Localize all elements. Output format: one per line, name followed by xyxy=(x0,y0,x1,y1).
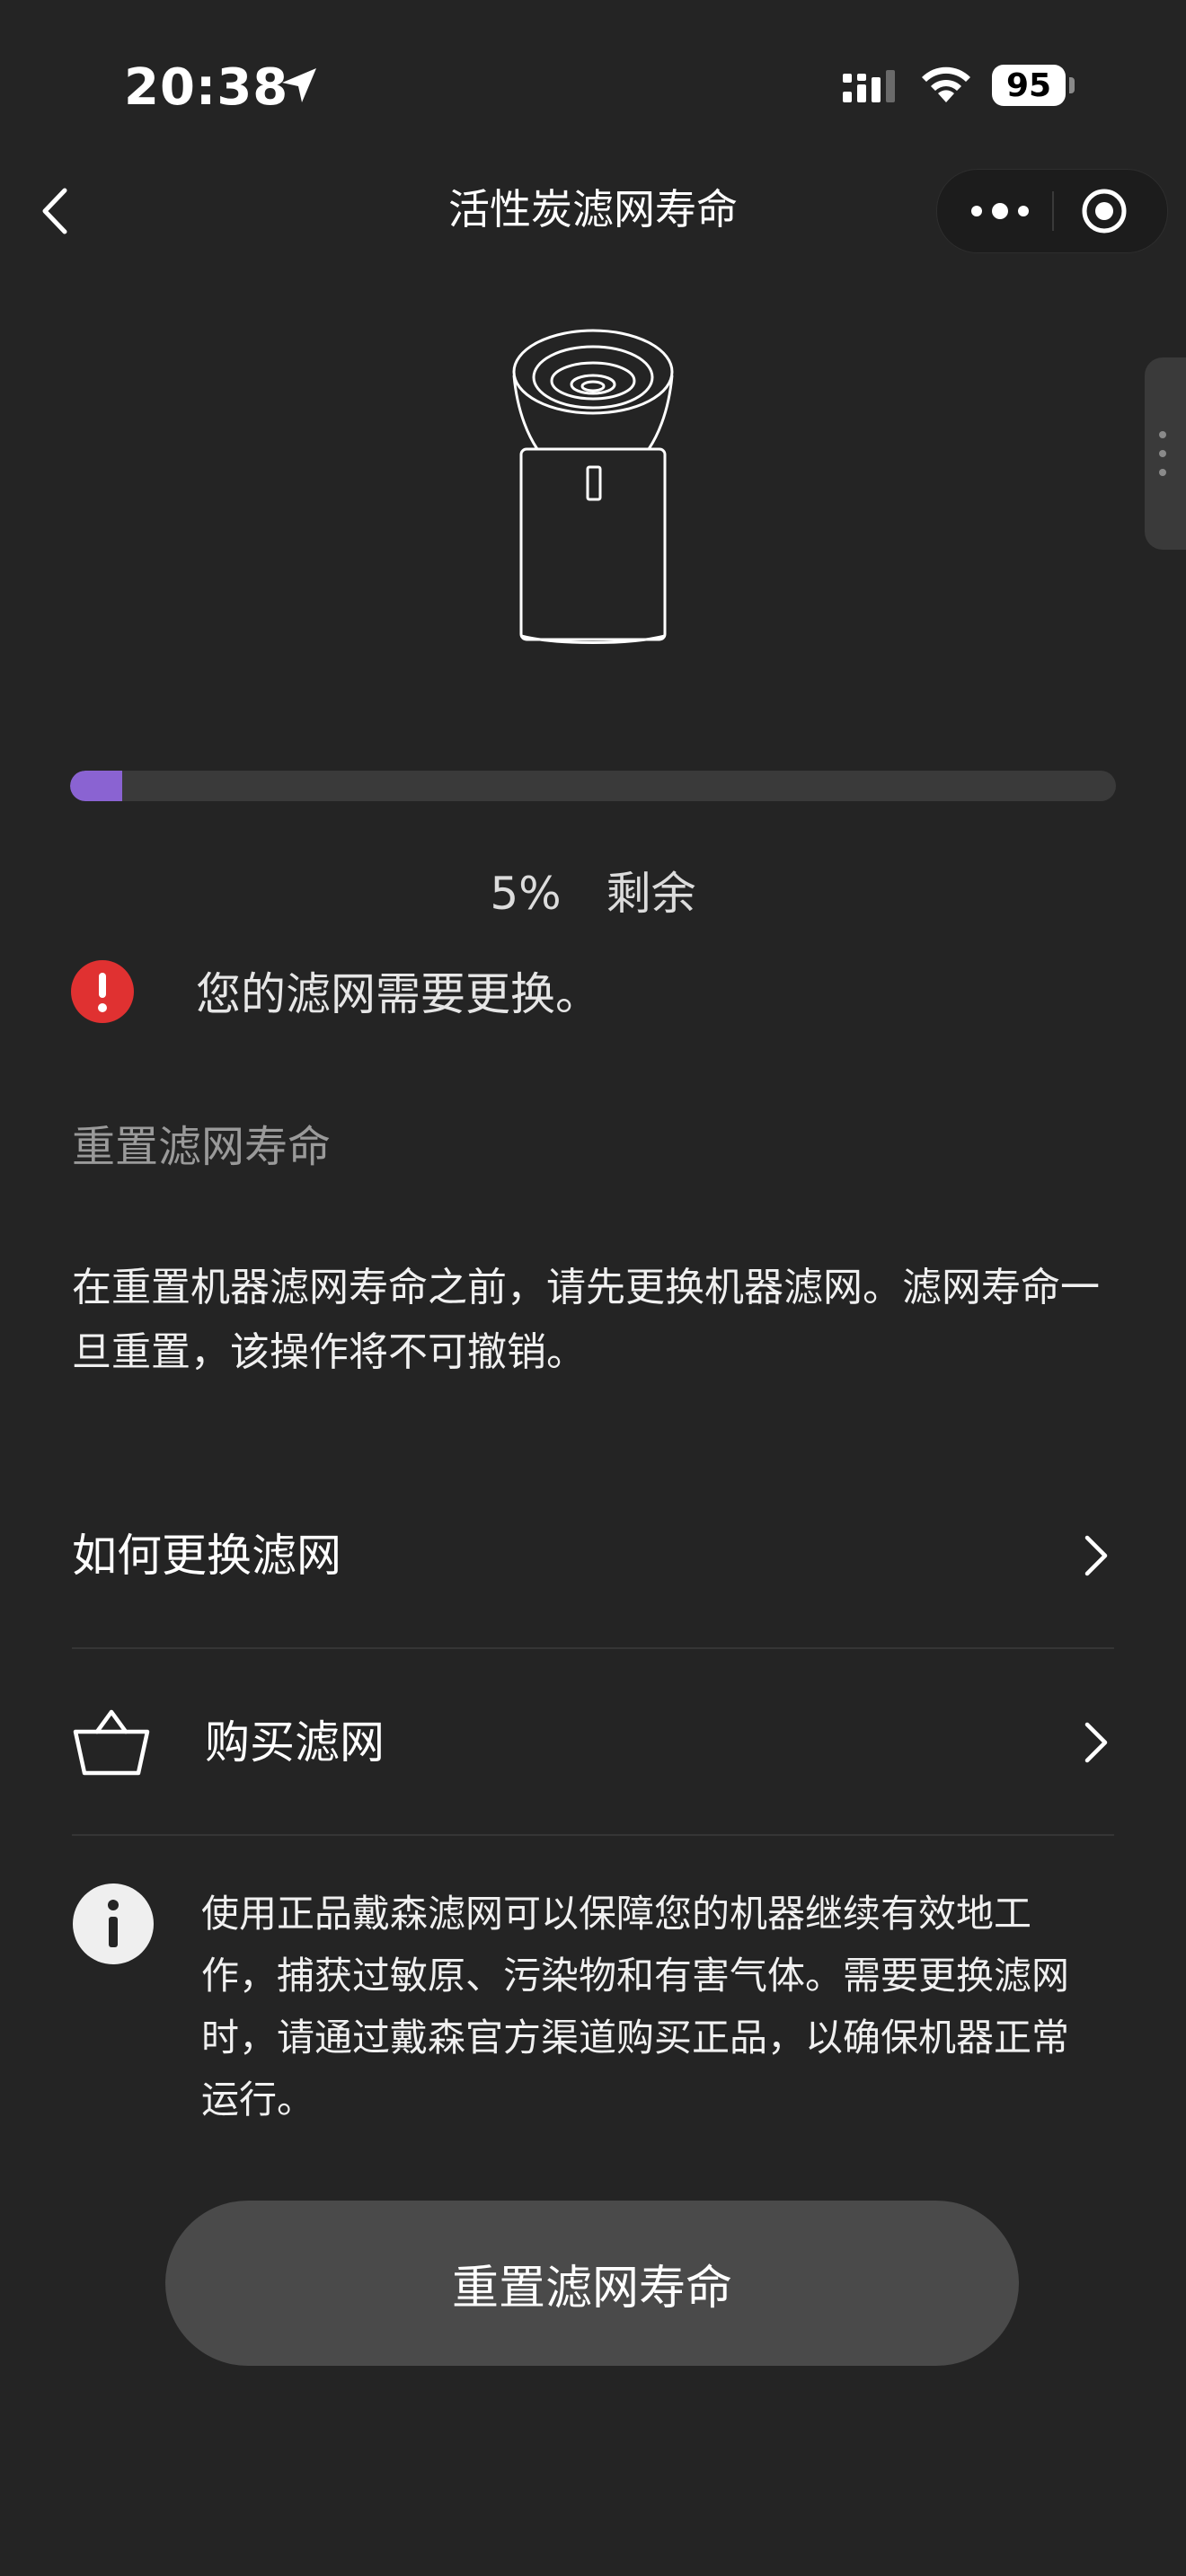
remaining-text: 5% 剩余 xyxy=(0,862,1186,925)
chevron-right-icon xyxy=(1084,1535,1108,1576)
section-title: 重置滤网寿命 xyxy=(72,1122,332,1172)
air-purifier-illustration xyxy=(512,329,674,644)
drag-dots-icon xyxy=(1159,431,1166,476)
more-dots-icon[interactable] xyxy=(964,190,1036,233)
shopping-basket-icon xyxy=(73,1709,150,1776)
exclamation-icon xyxy=(71,960,134,1023)
cellular-signal-icon xyxy=(843,70,895,102)
alert-message: 您的滤网需要更换。 xyxy=(196,968,600,1020)
info-text: 使用正品戴森滤网可以保障您的机器继续有效地工作，捕获过敏原、污染物和有害气体。需… xyxy=(201,1892,1070,2122)
remaining-value: 5% xyxy=(490,868,562,920)
row-divider xyxy=(72,1834,1114,1836)
wifi-icon xyxy=(922,66,970,102)
how-to-replace-row[interactable]: 如何更换滤网 xyxy=(72,1464,1114,1647)
filter-life-progress xyxy=(70,771,1116,801)
row-divider xyxy=(72,1647,1114,1649)
side-drawer-handle[interactable] xyxy=(1145,357,1186,550)
info-icon xyxy=(73,1883,154,1964)
reset-filter-button[interactable]: 重置滤网寿命 xyxy=(165,2201,1019,2366)
section-description: 在重置机器滤网寿命之前，请先更换机器滤网。滤网寿命一旦重置，该操作将不可撤销。 xyxy=(72,1265,1100,1375)
how-to-replace-label: 如何更换滤网 xyxy=(72,1530,341,1582)
location-arrow-icon xyxy=(282,68,316,102)
chevron-right-icon xyxy=(1084,1722,1108,1763)
capsule-divider xyxy=(1052,191,1054,231)
progress-fill xyxy=(70,771,123,801)
battery-level: 95 xyxy=(992,65,1066,106)
battery-icon: 95 xyxy=(992,65,1075,106)
remaining-label: 剩余 xyxy=(606,868,696,920)
target-close-icon[interactable] xyxy=(1077,184,1131,238)
buy-filter-label: 购买滤网 xyxy=(205,1716,385,1769)
status-time: 20:38 xyxy=(124,58,289,117)
buy-filter-row[interactable]: 购买滤网 xyxy=(72,1651,1114,1834)
mini-program-capsule xyxy=(936,169,1168,253)
